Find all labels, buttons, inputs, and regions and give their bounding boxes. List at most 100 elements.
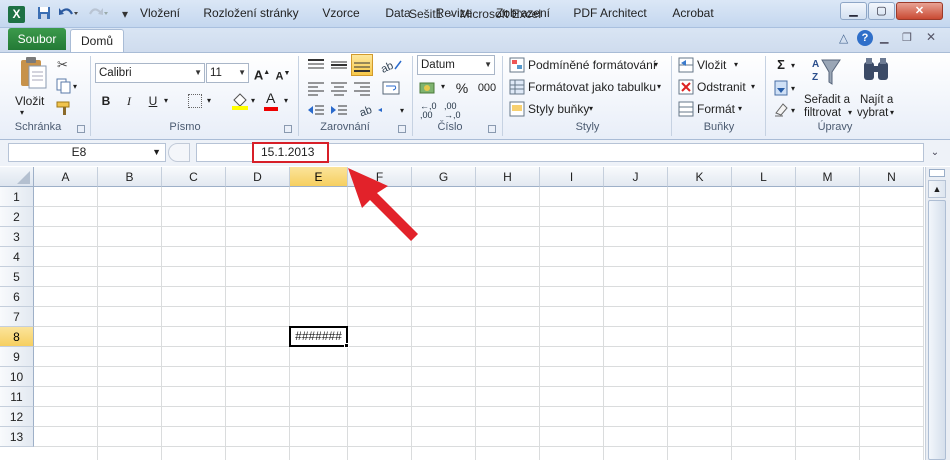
accounting-dropdown-icon[interactable]: ▾	[441, 82, 445, 91]
borders-icon[interactable]	[188, 94, 202, 108]
fill-down-icon[interactable]	[773, 80, 789, 99]
fill-dropdown-icon[interactable]: ▾	[791, 84, 795, 93]
conditional-dropdown-icon[interactable]: ▾	[654, 60, 658, 69]
accounting-format-icon[interactable]	[419, 80, 441, 99]
active-cell[interactable]: #######	[289, 326, 348, 347]
decrease-decimal-icon[interactable]: ,00 →,0	[444, 102, 461, 120]
format-painter-icon[interactable]	[56, 100, 74, 119]
clear-dropdown-icon[interactable]: ▾	[791, 106, 795, 115]
select-all-corner[interactable]	[0, 167, 34, 187]
tab-review[interactable]: Revize	[430, 3, 478, 24]
row-header-6[interactable]: 6	[0, 287, 34, 307]
delete-cells-button[interactable]: Odstranit	[697, 78, 746, 96]
tab-pdf-architect[interactable]: PDF Architect	[570, 3, 650, 24]
doc-restore-icon[interactable]: ❐	[902, 31, 912, 44]
shrink-font-icon[interactable]: A▼	[274, 65, 292, 83]
row-header-11[interactable]: 11	[0, 387, 34, 407]
sort-filter-dropdown-icon[interactable]: ▾	[848, 108, 852, 117]
increase-indent-icon[interactable]	[329, 102, 349, 121]
format-cells-button[interactable]: Formát	[697, 100, 735, 118]
fill-color-icon[interactable]	[231, 92, 249, 113]
align-bottom-button[interactable]	[351, 54, 373, 76]
format-as-table-button[interactable]: Formátovat jako tabulku	[528, 78, 656, 96]
tab-home[interactable]: Domů	[70, 29, 124, 53]
as-table-dropdown-icon[interactable]: ▾	[657, 82, 661, 91]
increase-decimal-icon[interactable]: ←,0,00	[420, 102, 437, 120]
cell-styles-dropdown-icon[interactable]: ▾	[589, 104, 593, 113]
autosum-dropdown-icon[interactable]: ▾	[791, 61, 795, 70]
insert-cells-icon[interactable]	[678, 57, 694, 76]
column-header-m[interactable]: M	[796, 167, 860, 187]
split-box[interactable]	[929, 169, 945, 177]
column-header-n[interactable]: N	[860, 167, 924, 187]
conditional-format-icon[interactable]	[509, 57, 525, 76]
scroll-thumb[interactable]	[928, 200, 946, 460]
tab-formulas[interactable]: Vzorce	[316, 3, 366, 24]
collapse-ribbon-icon[interactable]: △	[839, 31, 848, 45]
tab-acrobat[interactable]: Acrobat	[665, 3, 721, 24]
copy-icon[interactable]	[56, 78, 72, 97]
close-button[interactable]: ✕	[896, 2, 943, 20]
fill-handle[interactable]	[344, 343, 349, 348]
help-icon[interactable]: ?	[857, 30, 873, 46]
conditional-format-button[interactable]: Podmíněné formátování	[528, 56, 656, 74]
row-header-2[interactable]: 2	[0, 207, 34, 227]
align-left-icon[interactable]	[306, 80, 326, 99]
font-name-combo[interactable]: Calibri ▼	[95, 63, 205, 83]
font-launcher-icon[interactable]	[284, 125, 292, 133]
minimize-button[interactable]: ▁	[840, 2, 867, 20]
tab-view[interactable]: Zobrazení	[490, 3, 556, 24]
italic-button[interactable]: I	[121, 92, 137, 110]
row-header-7[interactable]: 7	[0, 307, 34, 327]
number-format-combo[interactable]: Datum ▼	[417, 55, 495, 75]
align-top-icon[interactable]	[306, 57, 326, 76]
format-cells-icon[interactable]	[678, 101, 694, 120]
merge-dropdown-icon[interactable]: ▾	[400, 106, 404, 115]
delete-cells-icon[interactable]	[678, 79, 694, 98]
bold-button[interactable]: B	[98, 92, 114, 110]
cell-styles-button[interactable]: Styly buňky	[528, 100, 589, 118]
align-center-icon[interactable]	[329, 80, 349, 99]
row-header-5[interactable]: 5	[0, 267, 34, 287]
sort-filter-label-2[interactable]: filtrovat	[804, 104, 841, 122]
tab-insert[interactable]: Vložení	[132, 3, 188, 24]
find-select-label-2[interactable]: vybrat	[857, 104, 888, 122]
row-header-1[interactable]: 1	[0, 187, 34, 207]
paste-dropdown-icon[interactable]: ▾	[20, 104, 24, 122]
wrap-text-icon[interactable]	[381, 80, 403, 99]
name-box[interactable]: E8 ▼	[8, 143, 166, 162]
row-header-10[interactable]: 10	[0, 367, 34, 387]
insert-dropdown-icon[interactable]: ▾	[734, 60, 738, 69]
alignment-launcher-icon[interactable]	[398, 125, 406, 133]
clipboard-launcher-icon[interactable]	[77, 125, 85, 133]
formula-value[interactable]: 15.1.2013	[261, 145, 314, 159]
format-dropdown-icon[interactable]: ▾	[738, 104, 742, 113]
percent-button[interactable]: %	[453, 79, 471, 97]
underline-dropdown-icon[interactable]: ▾	[164, 96, 168, 105]
row-header-12[interactable]: 12	[0, 407, 34, 427]
find-select-dropdown-icon[interactable]: ▾	[890, 108, 894, 117]
column-header-i[interactable]: I	[540, 167, 604, 187]
decrease-indent-icon[interactable]	[306, 102, 326, 121]
expand-formula-bar-icon[interactable]: ⌄	[927, 144, 943, 161]
align-middle-icon[interactable]	[329, 57, 349, 76]
column-header-c[interactable]: C	[162, 167, 226, 187]
cell-styles-icon[interactable]	[509, 101, 525, 120]
column-header-d[interactable]: D	[226, 167, 290, 187]
tab-page-layout[interactable]: Rozložení stránky	[199, 3, 303, 24]
formula-bar-resize-handle[interactable]	[168, 143, 190, 162]
row-header-8[interactable]: 8	[0, 327, 34, 347]
autosum-button[interactable]: Σ	[774, 56, 788, 74]
grow-font-icon[interactable]: A▲	[253, 64, 271, 82]
doc-minimize-icon[interactable]: ▁	[880, 31, 888, 44]
find-select-icon[interactable]	[861, 56, 891, 91]
fill-dropdown-icon[interactable]: ▾	[251, 96, 255, 105]
row-header-13[interactable]: 13	[0, 427, 34, 447]
tab-data[interactable]: Data	[378, 3, 418, 24]
align-right-icon[interactable]	[352, 80, 372, 99]
font-size-combo[interactable]: 11 ▼	[206, 63, 249, 83]
thousands-button[interactable]: 000	[476, 79, 498, 97]
row-header-3[interactable]: 3	[0, 227, 34, 247]
borders-dropdown-icon[interactable]: ▾	[207, 96, 211, 105]
row-header-9[interactable]: 9	[0, 347, 34, 367]
